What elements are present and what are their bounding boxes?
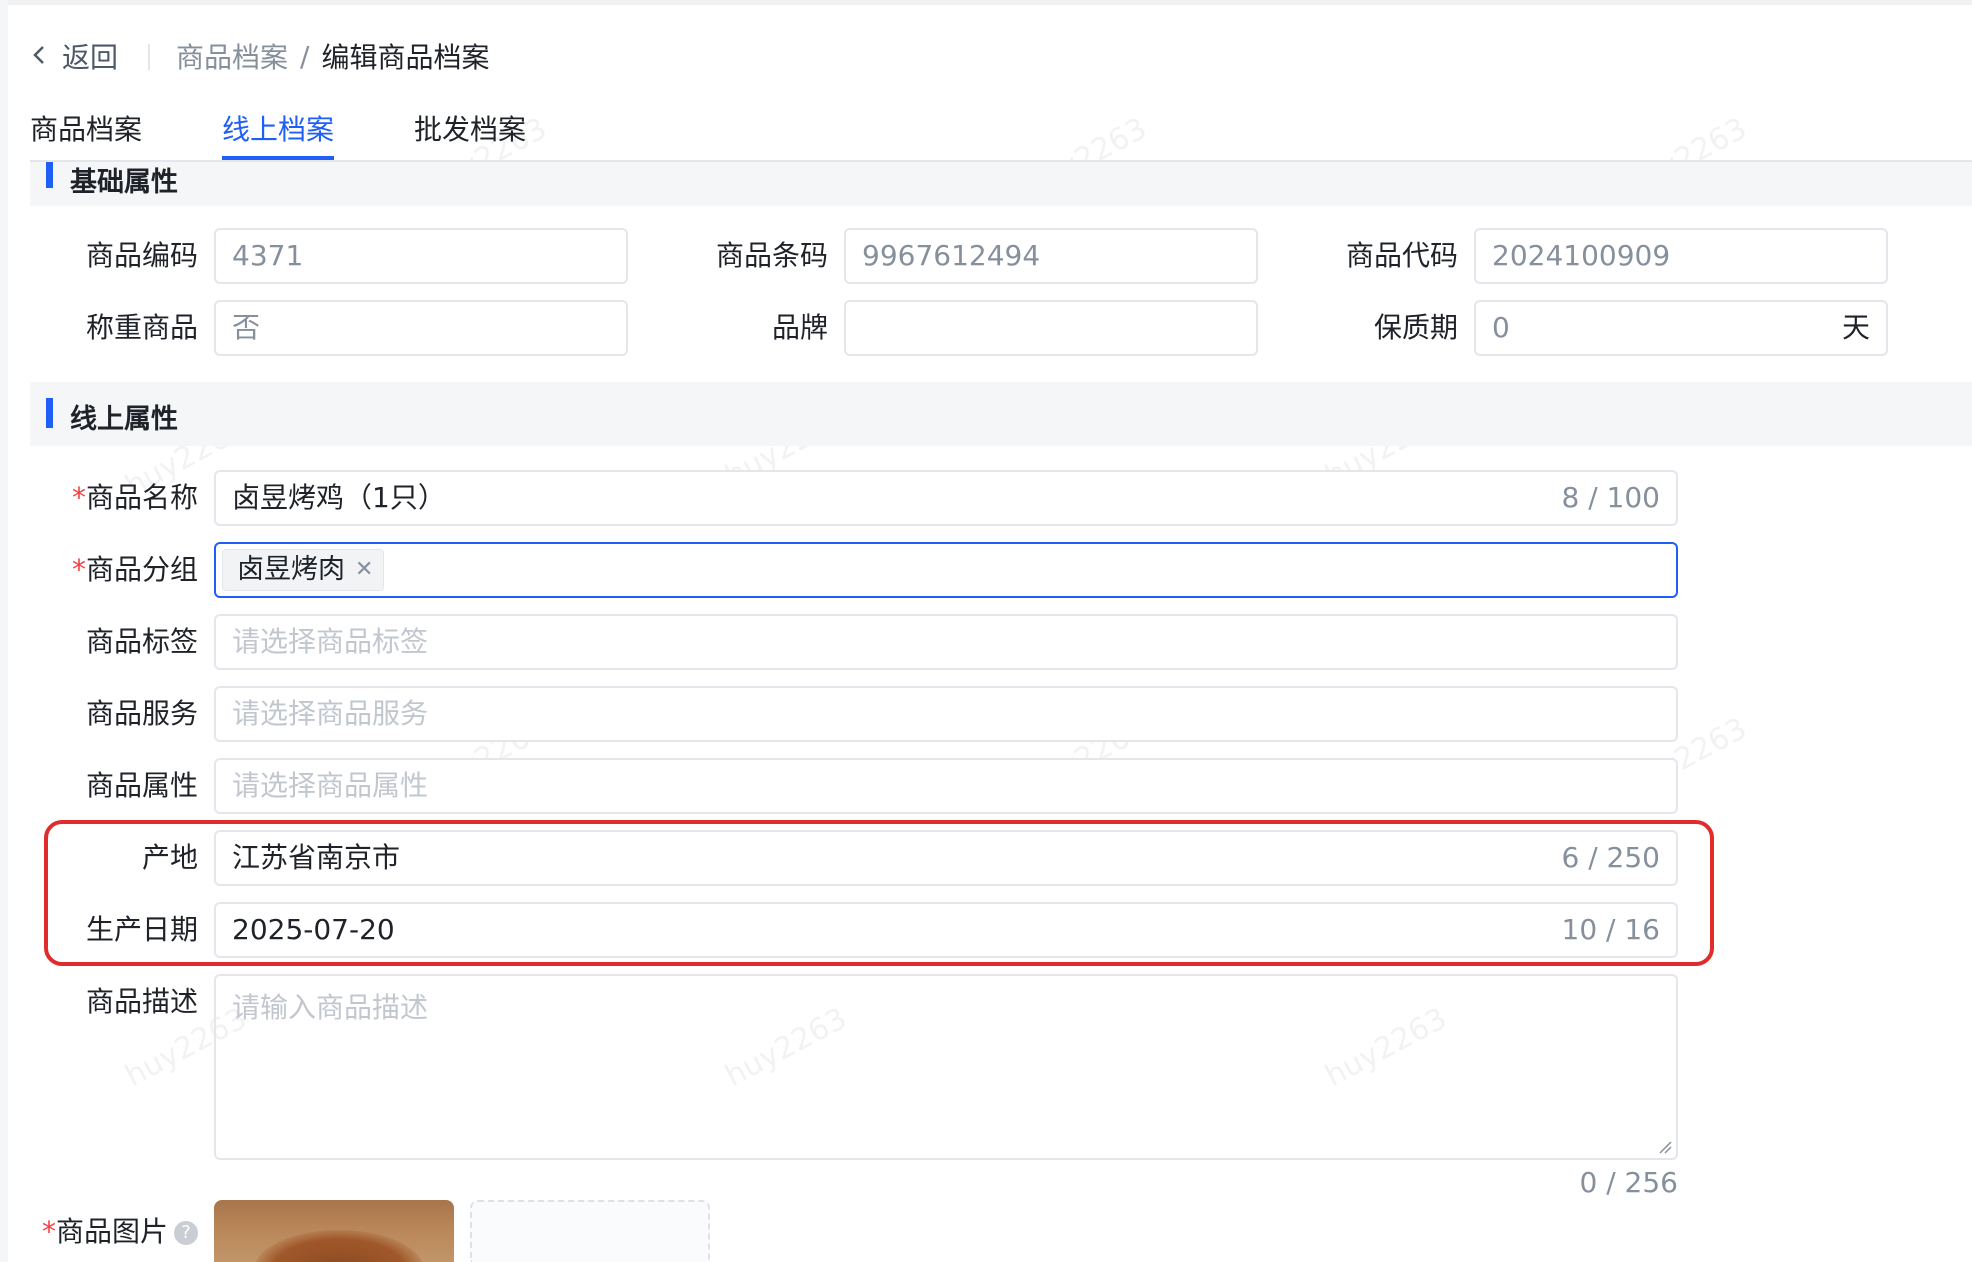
required-mark: * — [71, 553, 86, 586]
group-tag-label: 卤昱烤肉 — [237, 554, 345, 585]
back-label: 返回 — [62, 41, 119, 74]
breadcrumb: 商品档案 / 编辑商品档案 — [176, 36, 490, 76]
label-text: 商品分组 — [85, 553, 198, 586]
placeholder: 请选择商品属性 — [232, 769, 429, 802]
product-group-select[interactable]: 卤昱烤肉 ✕ — [214, 542, 1678, 598]
tab-wholesale-archive[interactable]: 批发档案 — [414, 110, 526, 150]
barcode-label: 商品条码 — [715, 239, 828, 272]
product-attr-select[interactable]: 请选择商品属性 — [214, 758, 1678, 814]
section-marker — [46, 398, 53, 428]
barcode-field[interactable]: 9967612494 — [844, 228, 1258, 284]
placeholder: 请选择商品标签 — [232, 625, 429, 658]
shelf-life-label: 保质期 — [1373, 311, 1458, 344]
close-icon[interactable]: ✕ — [355, 544, 373, 596]
char-counter: 8 / 100 — [1561, 481, 1661, 514]
product-code-field[interactable]: 4371 — [214, 228, 628, 284]
sku-code-label: 商品代码 — [1345, 239, 1458, 272]
image-upload-slot[interactable] — [470, 1200, 710, 1262]
tab-product-archive[interactable]: 商品档案 — [30, 110, 142, 150]
header-divider — [148, 44, 150, 70]
section-title: 线上属性 — [70, 404, 178, 435]
product-image-label: *商品图片? — [28, 1210, 198, 1250]
section-online: 线上属性 — [30, 382, 1972, 446]
description-label: 商品描述 — [85, 985, 198, 1018]
section-basic: 基础属性 — [30, 162, 1972, 206]
required-mark: * — [71, 481, 86, 514]
group-tag: 卤昱烤肉 ✕ — [222, 549, 385, 591]
weighing-label: 称重商品 — [85, 311, 198, 344]
product-group-label: *商品分组 — [28, 542, 198, 598]
product-code-label: 商品编码 — [85, 239, 198, 272]
label-text: 商品名称 — [85, 481, 198, 514]
breadcrumb-current: 编辑商品档案 — [321, 41, 490, 74]
active-tab-indicator — [222, 156, 334, 160]
question-circle-icon[interactable]: ? — [174, 1221, 198, 1245]
product-image-thumbnail[interactable] — [214, 1200, 454, 1262]
section-marker — [46, 162, 53, 188]
top-strip — [0, 0, 1972, 5]
product-photo — [254, 1230, 424, 1262]
left-edge — [0, 0, 8, 1262]
product-name-label: *商品名称 — [28, 470, 198, 526]
breadcrumb-parent[interactable]: 商品档案 — [176, 36, 288, 76]
tab-online-archive[interactable]: 线上档案 — [222, 110, 334, 150]
product-tag-label: 商品标签 — [85, 625, 198, 658]
product-code-value: 4371 — [232, 239, 304, 272]
product-attr-label: 商品属性 — [85, 769, 198, 802]
required-mark: * — [41, 1215, 56, 1248]
shelf-life-value: 0 — [1492, 311, 1510, 344]
back-button[interactable]: 返回 — [30, 38, 118, 74]
weighing-field[interactable]: 否 — [214, 300, 628, 356]
shelf-life-unit: 天 — [1841, 311, 1870, 344]
highlight-annotation — [44, 820, 1714, 966]
product-name-value: 卤昱烤鸡（1只） — [232, 481, 446, 514]
placeholder: 请输入商品描述 — [232, 991, 429, 1024]
description-textarea[interactable]: 请输入商品描述 — [214, 974, 1678, 1160]
shelf-life-field[interactable]: 0 天 — [1474, 300, 1888, 356]
barcode-value: 9967612494 — [862, 239, 1041, 272]
sku-code-value: 2024100909 — [1492, 239, 1671, 272]
product-service-label: 商品服务 — [85, 697, 198, 730]
product-tag-select[interactable]: 请选择商品标签 — [214, 614, 1678, 670]
weighing-value: 否 — [232, 311, 261, 344]
resize-handle-icon[interactable] — [1658, 1140, 1672, 1154]
label-text: 商品图片 — [55, 1215, 168, 1248]
placeholder: 请选择商品服务 — [232, 697, 429, 730]
description-counter: 0 / 256 — [1579, 1166, 1679, 1199]
brand-label: 品牌 — [771, 311, 828, 344]
product-name-input[interactable]: 卤昱烤鸡（1只） 8 / 100 — [214, 470, 1678, 526]
product-service-select[interactable]: 请选择商品服务 — [214, 686, 1678, 742]
breadcrumb-separator: / — [300, 39, 310, 73]
brand-field[interactable] — [844, 300, 1258, 356]
section-title: 基础属性 — [70, 167, 178, 198]
sku-code-field[interactable]: 2024100909 — [1474, 228, 1888, 284]
chevron-left-icon — [30, 40, 48, 73]
